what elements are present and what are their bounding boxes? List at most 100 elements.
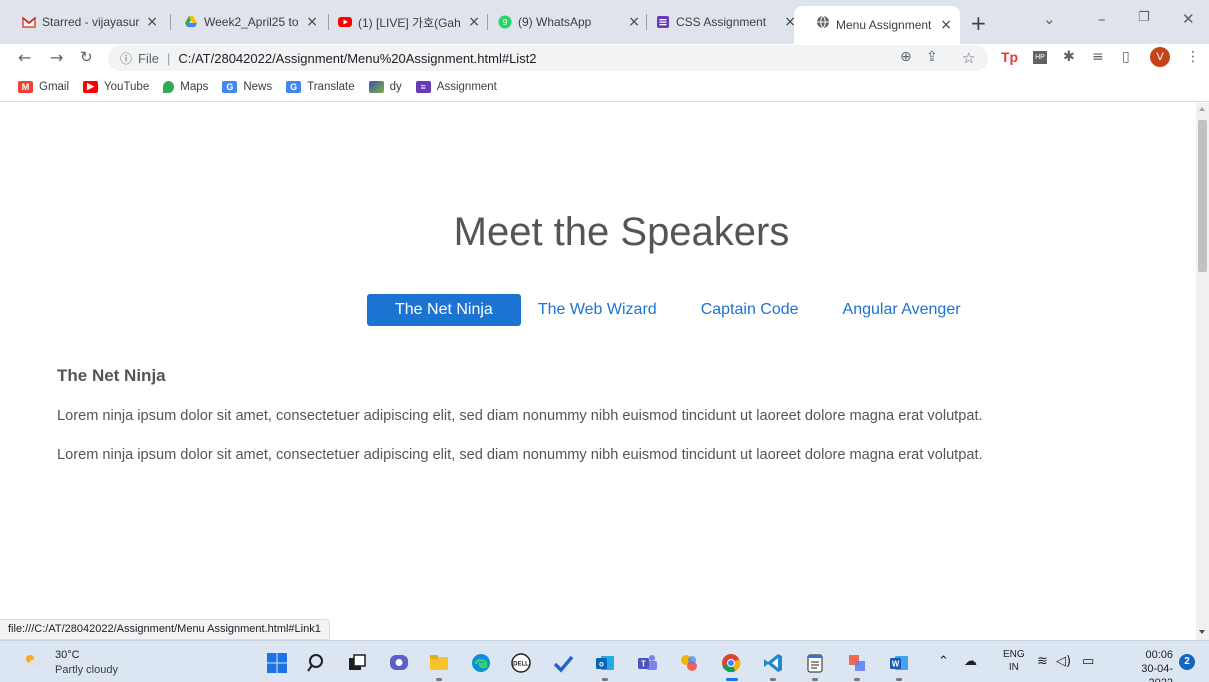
bookmarks-bar: M Gmail ▶ YouTube Maps G News G Translat… xyxy=(0,72,1209,102)
svg-text:T: T xyxy=(641,660,646,669)
dell-icon[interactable]: DELL xyxy=(510,652,532,674)
windows-start-icon[interactable] xyxy=(266,652,288,674)
globe-icon xyxy=(817,15,829,29)
bookmark-label: News xyxy=(243,80,273,93)
tab-angular-avenger[interactable]: Angular Avenger xyxy=(828,294,976,326)
page-title: Meet the Speakers xyxy=(453,210,790,254)
restore-button[interactable]: ❐ xyxy=(1138,10,1150,25)
running-indicator xyxy=(436,678,442,681)
task-view-icon[interactable] xyxy=(346,652,368,674)
hp-extension-icon[interactable]: HP xyxy=(1033,51,1047,64)
scroll-up-arrow[interactable] xyxy=(1199,107,1205,111)
weather-desc: Partly cloudy xyxy=(55,664,118,676)
browser-tab-strip: Starred - vijayasuru × Week2_April25 to … xyxy=(0,0,1209,44)
word-icon[interactable]: W xyxy=(888,652,910,674)
page-viewport: Meet the Speakers The Net Ninja The Web … xyxy=(0,103,1196,640)
tab-title: Starred - vijayasuru xyxy=(42,15,141,29)
todo-check-icon[interactable] xyxy=(552,652,574,674)
new-tab-button[interactable]: + xyxy=(970,11,987,35)
browser-tab-menu-assignment[interactable]: Menu Assignment × xyxy=(794,6,960,44)
tp-extension-icon[interactable]: Tp xyxy=(1001,49,1018,65)
page-scrollbar[interactable] xyxy=(1196,103,1209,640)
bookmark-label: Translate xyxy=(307,80,355,93)
clock-time: 00:06 xyxy=(1145,649,1173,661)
back-button[interactable]: ← xyxy=(18,48,31,67)
browser-tab-gmail[interactable]: Starred - vijayasuru × xyxy=(0,8,166,36)
bookmark-news[interactable]: G News xyxy=(222,80,273,93)
speaker-paragraph: Lorem ninja ipsum dolor sit amet, consec… xyxy=(57,447,983,463)
speaker-icon[interactable]: ◁) xyxy=(1056,654,1071,669)
bookmark-gmail[interactable]: M Gmail xyxy=(18,80,69,93)
svg-text:DELL: DELL xyxy=(513,662,529,668)
reading-list-icon[interactable]: ≡ xyxy=(1092,49,1104,65)
active-indicator xyxy=(726,678,738,681)
lang-region: IN xyxy=(1008,662,1019,673)
bookmark-youtube[interactable]: ▶ YouTube xyxy=(83,80,149,93)
kebab-menu-icon[interactable]: ⋮ xyxy=(1186,49,1200,65)
browser-tab-whatsapp[interactable]: 9 (9) WhatsApp × xyxy=(476,8,648,36)
side-panel-icon[interactable]: ▯ xyxy=(1122,49,1130,65)
tab-the-net-ninja[interactable]: The Net Ninja xyxy=(367,294,521,326)
url-text[interactable]: C:/AT/28042022/Assignment/Menu%20Assignm… xyxy=(178,51,536,66)
tab-captain-code[interactable]: Captain Code xyxy=(686,294,814,326)
tab-the-web-wizard[interactable]: The Web Wizard xyxy=(523,294,672,326)
zoom-icon[interactable]: ⊕ xyxy=(900,49,912,65)
running-indicator xyxy=(854,678,860,681)
battery-icon[interactable]: ▭ xyxy=(1082,654,1094,669)
teams-icon[interactable]: T xyxy=(636,652,658,674)
bookmark-assignment[interactable]: ≡ Assignment xyxy=(415,80,497,93)
address-bar[interactable]: ⓘ File | C:/AT/28042022/Assignment/Menu%… xyxy=(108,45,988,71)
teams-chat-icon[interactable] xyxy=(388,652,410,674)
search-icon[interactable] xyxy=(306,652,328,674)
running-indicator xyxy=(812,678,818,681)
scroll-down-arrow[interactable] xyxy=(1199,630,1205,634)
close-icon[interactable]: × xyxy=(940,17,952,33)
scroll-thumb[interactable] xyxy=(1198,120,1207,272)
forward-button[interactable]: → xyxy=(50,48,63,67)
gmail-icon xyxy=(22,16,36,28)
info-icon[interactable]: ⓘ xyxy=(120,50,132,67)
copilot-icon[interactable] xyxy=(678,652,700,674)
profile-avatar[interactable]: V xyxy=(1150,47,1170,67)
reload-button[interactable]: ↻ xyxy=(80,48,93,66)
language-indicator[interactable]: ENG IN xyxy=(1003,648,1025,674)
file-explorer-icon[interactable] xyxy=(428,652,450,674)
wifi-icon[interactable]: ≋ xyxy=(1037,654,1048,669)
browser-tab-youtube[interactable]: (1) [LIVE] 가호(Gah × xyxy=(316,8,488,36)
chrome-icon[interactable] xyxy=(720,652,742,674)
bookmark-dy[interactable]: dy xyxy=(368,80,402,93)
forms-icon xyxy=(657,16,669,28)
outlook-icon[interactable]: o xyxy=(594,652,616,674)
partly-cloudy-icon[interactable] xyxy=(24,653,42,667)
tray-chevron-up-icon[interactable]: ⌃ xyxy=(938,654,949,669)
translate-icon: G xyxy=(286,80,302,93)
window-close-button[interactable]: ✕ xyxy=(1182,10,1195,28)
minimize-button[interactable]: – xyxy=(1098,10,1106,28)
extensions-puzzle-icon[interactable]: ✱ xyxy=(1063,49,1075,65)
notepad-icon[interactable] xyxy=(804,652,826,674)
bookmark-star-icon[interactable]: ☆ xyxy=(962,49,975,67)
tab-title: (1) [LIVE] 가호(Gah xyxy=(358,15,461,30)
onedrive-cloud-icon[interactable]: ☁ xyxy=(964,654,977,669)
snipping-tool-icon[interactable] xyxy=(846,652,868,674)
browser-toolbar: ← → ↻ ⓘ File | C:/AT/28042022/Assignment… xyxy=(0,44,1209,72)
bookmark-label: dy xyxy=(389,80,402,93)
bookmark-maps[interactable]: Maps xyxy=(163,80,208,93)
close-icon[interactable]: × xyxy=(146,14,158,30)
running-indicator xyxy=(770,678,776,681)
tab-title: Menu Assignment xyxy=(836,18,932,32)
youtube-icon xyxy=(338,17,352,27)
tab-search-icon[interactable]: ⌄ xyxy=(1043,10,1056,28)
share-icon[interactable]: ⇪ xyxy=(926,49,938,65)
browser-tab-css-assignment[interactable]: CSS Assignment × xyxy=(634,8,804,36)
running-indicator xyxy=(896,678,902,681)
bookmark-translate[interactable]: G Translate xyxy=(286,80,355,93)
tab-title: CSS Assignment xyxy=(676,15,767,29)
windows-taskbar: 30°C Partly cloudy DELL o T W ⌃ ☁ ENG IN… xyxy=(0,640,1209,682)
bookmark-label: Assignment xyxy=(436,80,497,93)
notification-badge[interactable]: 2 xyxy=(1179,654,1195,670)
browser-tab-drive[interactable]: Week2_April25 to A × xyxy=(162,8,326,36)
vscode-icon[interactable] xyxy=(762,652,784,674)
edge-icon[interactable] xyxy=(470,652,492,674)
system-clock[interactable]: 00:06 30-04-2022 xyxy=(1123,648,1173,682)
